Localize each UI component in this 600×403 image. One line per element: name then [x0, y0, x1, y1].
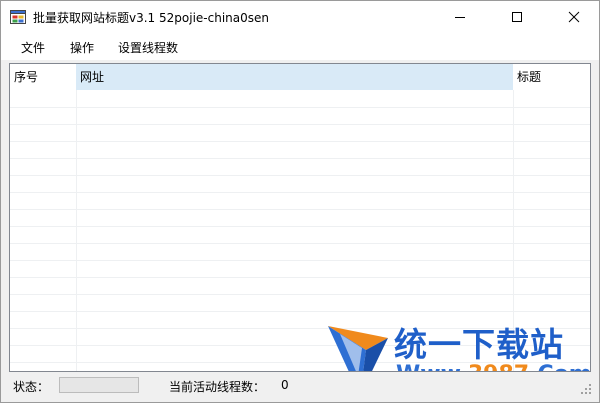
grid-row-line [10, 141, 590, 142]
progress-bar [59, 377, 139, 393]
list-header: 序号 网址 标题 [10, 64, 590, 90]
grid-row-line [10, 294, 590, 295]
grid-row-line [10, 260, 590, 261]
grid-row-line [10, 175, 590, 176]
watermark-logo-icon [328, 326, 388, 371]
grid-row-line [10, 243, 590, 244]
active-threads-label: 当前活动线程数： [169, 380, 266, 394]
close-icon [568, 11, 580, 22]
close-button[interactable] [551, 1, 597, 32]
grid-row-line [10, 124, 590, 125]
watermark-url-suffix: .Com [529, 362, 590, 371]
grid-row-line [10, 107, 590, 108]
watermark-url: Www.3987.Com [396, 362, 590, 371]
status-bar: 状态： 当前活动线程数： 0 [1, 372, 599, 402]
column-header-index[interactable]: 序号 [10, 64, 76, 90]
menu-set-threads[interactable]: 设置线程数 [118, 39, 178, 56]
maximize-button[interactable] [494, 1, 540, 32]
window-title: 批量获取网站标题v3.1 52pojie-china0sen [33, 11, 269, 25]
results-list[interactable]: 序号 网址 标题 统一下载站 Www.3987.Com [9, 63, 591, 372]
grid-row-line [10, 209, 590, 210]
app-window: 批量获取网站标题v3.1 52pojie-china0sen 文件 操作 设置线… [0, 0, 600, 403]
menu-operation[interactable]: 操作 [70, 39, 94, 56]
column-header-title[interactable]: 标题 [513, 64, 590, 90]
grid-column-line [76, 90, 77, 371]
maximize-icon [512, 11, 522, 22]
watermark-url-number: 3987 [468, 362, 529, 371]
column-header-url[interactable]: 网址 [76, 64, 513, 90]
grid-row-line [10, 192, 590, 193]
status-label: 状态： [13, 380, 50, 394]
watermark-url-prefix: Www. [396, 362, 468, 371]
grid-row-line [10, 311, 590, 312]
grid-row-line [10, 226, 590, 227]
menu-bar: 文件 操作 设置线程数 [1, 32, 599, 60]
minimize-button[interactable] [437, 1, 483, 32]
title-bar[interactable]: 批量获取网站标题v3.1 52pojie-china0sen [1, 1, 599, 32]
watermark: 统一下载站 Www.3987.Com [326, 316, 590, 371]
minimize-icon [455, 16, 465, 18]
active-threads-value: 0 [281, 378, 289, 392]
menu-file[interactable]: 文件 [21, 39, 45, 56]
watermark-text: 统一下载站 [394, 325, 564, 364]
resize-grip-icon[interactable] [579, 382, 593, 396]
grid-row-line [10, 277, 590, 278]
app-icon [10, 10, 26, 24]
grid-row-line [10, 158, 590, 159]
